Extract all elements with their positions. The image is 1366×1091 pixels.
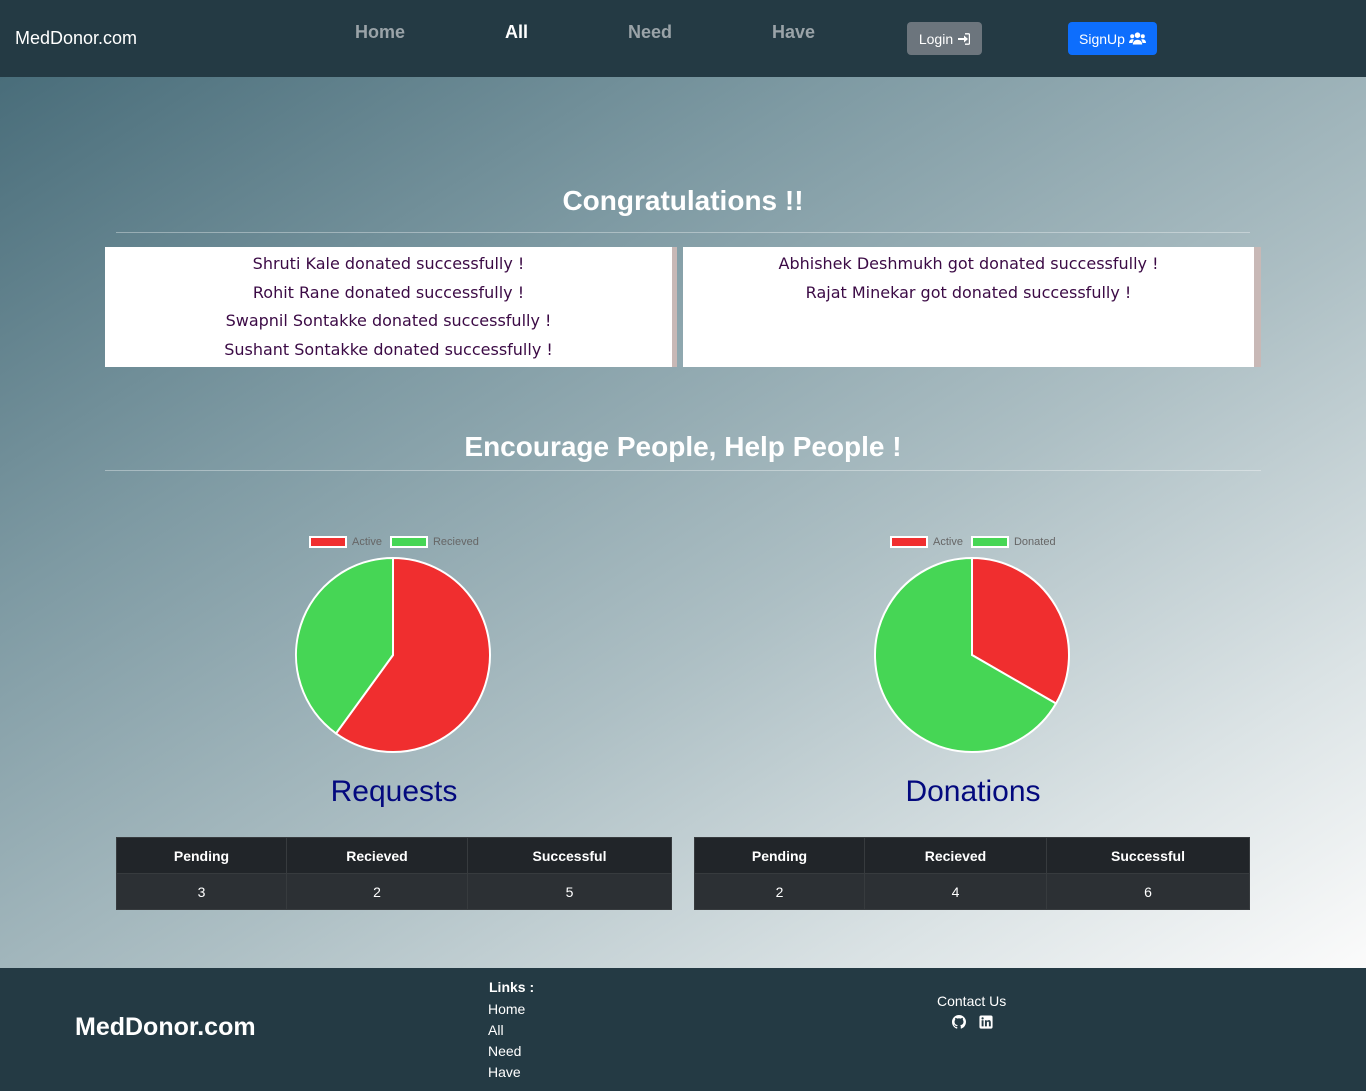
signup-button-label: SignUp [1079, 30, 1125, 47]
nav-have[interactable]: Have [772, 22, 815, 43]
footer-link-need[interactable]: Need [488, 1043, 521, 1059]
table-row: 3 2 5 [116, 873, 672, 910]
table-row: 2 4 6 [694, 873, 1250, 910]
divider [105, 470, 1261, 471]
legend-label: Active [933, 536, 963, 548]
receiver-list-panel: Abhishek Deshmukh got donated successful… [683, 247, 1261, 367]
requests-table: Pending Recieved Successful 3 2 5 [116, 837, 672, 910]
main-content: Congratulations !! Shruti Kale donated s… [0, 77, 1366, 968]
donations-pie-chart [874, 556, 1070, 753]
donations-table: Pending Recieved Successful 2 4 6 [694, 837, 1250, 910]
table-header: Recieved [864, 837, 1047, 874]
legend-label: Recieved [432, 536, 479, 548]
signup-button[interactable]: SignUp [1068, 22, 1157, 55]
donor-item: Sushant Sontakke donated successfully ! [224, 339, 553, 359]
legend-label: Donated [1013, 536, 1056, 548]
donor-item: Shruti Kale donated successfully ! [252, 254, 525, 273]
legend-label: Active [352, 536, 382, 548]
users-icon [1128, 32, 1146, 45]
table-cell: 3 [116, 873, 287, 910]
nav-all[interactable]: All [505, 22, 528, 43]
footer-links-title: Links : [489, 979, 535, 995]
donor-item: Swapnil Sontakke donated successfully ! [225, 311, 552, 330]
legend-swatch [890, 536, 928, 548]
donor-list-panel: Shruti Kale donated successfully ! Rohit … [105, 247, 677, 367]
footer: MedDonor.com Links : Home All Need Have … [0, 968, 1366, 1091]
donor-item: Rohit Rane donated successfully ! [252, 282, 525, 302]
requests-legend: Active Recieved [309, 536, 487, 548]
requests-pie-chart [295, 556, 491, 753]
nav-home[interactable]: Home [355, 22, 405, 43]
divider [116, 232, 1250, 233]
encourage-title: Encourage People, Help People ! [464, 431, 902, 462]
table-cell: 2 [694, 873, 865, 910]
nav-need[interactable]: Need [628, 22, 672, 43]
table-cell: 6 [1046, 873, 1250, 910]
congratulations-title: Congratulations !! [562, 185, 804, 216]
table-header: Successful [467, 837, 672, 874]
legend-swatch [970, 536, 1009, 548]
table-cell: 5 [467, 873, 672, 910]
legend-swatch [389, 536, 428, 548]
login-button-label: Login [918, 30, 954, 47]
linkedin-icon[interactable] [979, 1015, 993, 1029]
navbar: MedDonor.com Home All Need Have Login Si… [0, 0, 1366, 77]
github-icon[interactable] [952, 1015, 966, 1029]
footer-brand: MedDonor.com [75, 1013, 256, 1041]
donations-legend: Active Donated [890, 536, 1064, 548]
sign-in-icon [958, 32, 971, 45]
requests-heading: Requests [330, 775, 458, 808]
footer-link-home[interactable]: Home [488, 1001, 525, 1017]
table-cell: 4 [864, 873, 1047, 910]
table-header: Recieved [286, 837, 468, 874]
receiver-item: Abhishek Deshmukh got donated successful… [778, 254, 1159, 273]
donations-heading: Donations [905, 775, 1041, 808]
legend-item: Active [309, 536, 382, 548]
footer-link-all[interactable]: All [488, 1022, 504, 1038]
login-button[interactable]: Login [907, 22, 982, 55]
brand-logo[interactable]: MedDonor.com [15, 28, 137, 49]
legend-item: Recieved [389, 536, 479, 548]
legend-item: Active [890, 536, 963, 548]
table-cell: 2 [286, 873, 468, 910]
table-header: Pending [694, 837, 865, 874]
footer-link-have[interactable]: Have [488, 1064, 521, 1080]
contact-us-label: Contact Us [937, 993, 1007, 1009]
legend-swatch [309, 536, 347, 548]
table-header: Successful [1046, 837, 1250, 874]
table-header: Pending [116, 837, 287, 874]
legend-item: Donated [970, 536, 1056, 548]
receiver-item: Rajat Minekar got donated successfully ! [805, 282, 1132, 302]
